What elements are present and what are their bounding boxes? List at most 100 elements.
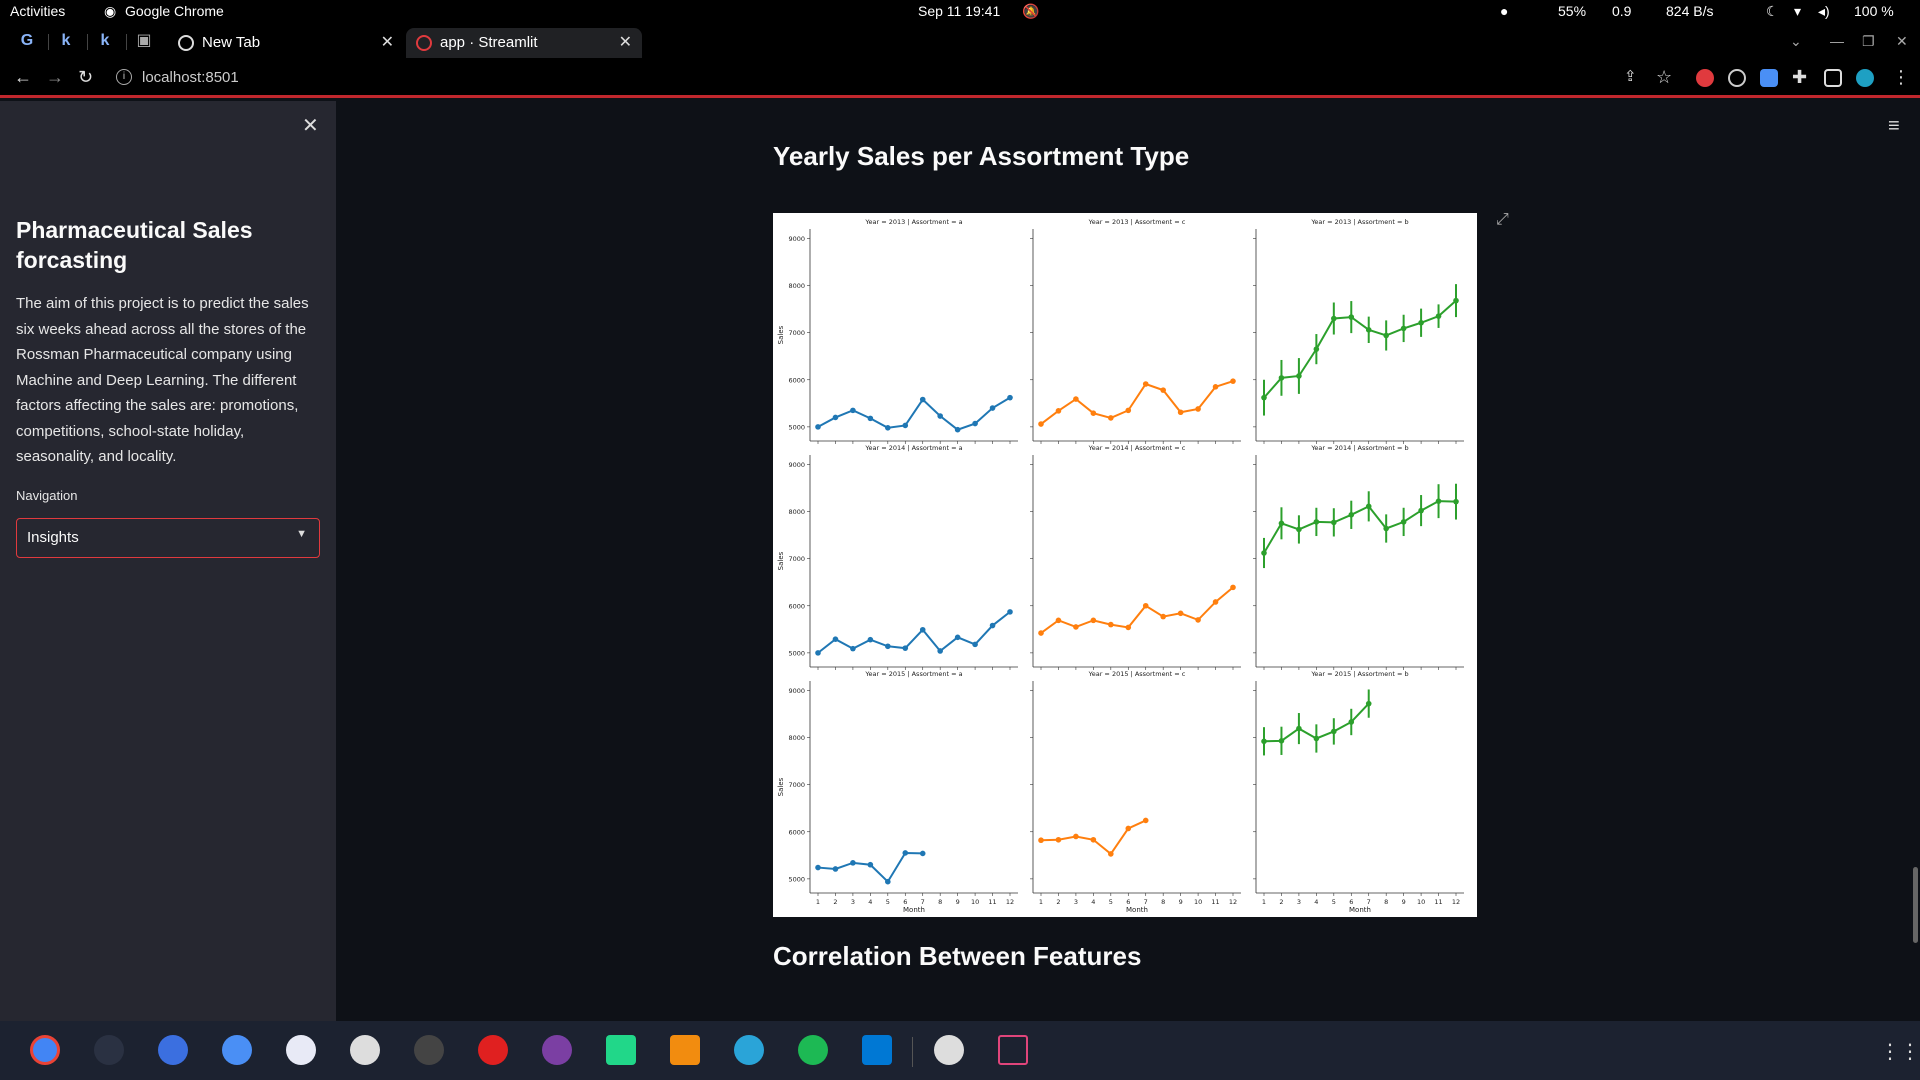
panel-title: Year = 2014 | Assortment = a xyxy=(864,444,962,452)
share-icon[interactable]: ⇪ xyxy=(1624,67,1637,85)
x-tick-label: 8 xyxy=(1384,898,1388,906)
files-dock-icon[interactable] xyxy=(94,1035,124,1065)
toggle-dock-icon[interactable] xyxy=(222,1035,252,1065)
x-tick-label: 6 xyxy=(1126,898,1130,906)
series-line xyxy=(1263,500,1457,554)
data-point xyxy=(1055,408,1062,414)
side-panel-icon[interactable] xyxy=(1824,69,1842,87)
y-tick-label: 6000 xyxy=(788,828,805,836)
terminal-dock-icon[interactable] xyxy=(414,1035,444,1065)
vlc-dock-icon[interactable] xyxy=(670,1035,700,1065)
close-tab-icon[interactable]: ✕ xyxy=(619,32,632,52)
pinned-tab-k2[interactable]: k xyxy=(94,30,116,52)
navigation-select[interactable]: Insights ▼ xyxy=(16,518,320,558)
data-point xyxy=(1090,617,1097,624)
vscode-dock-icon[interactable] xyxy=(862,1035,892,1065)
show-apps-grid-icon[interactable]: ⋮⋮ xyxy=(1880,1039,1920,1064)
activities-button[interactable]: Activities xyxy=(10,3,65,19)
forward-icon[interactable]: → xyxy=(46,67,64,88)
messaging-dock-icon[interactable] xyxy=(286,1035,316,1065)
screenshot-extension-icon[interactable] xyxy=(1760,69,1778,87)
chat-dock-icon[interactable] xyxy=(734,1035,764,1065)
x-tick-label: 4 xyxy=(868,898,872,906)
panel-title: Year = 2015 | Assortment = a xyxy=(864,670,962,678)
clock[interactable]: Sep 11 19:41 xyxy=(918,3,1000,19)
disk-dock-icon[interactable] xyxy=(350,1035,380,1065)
fullscreen-expand-icon[interactable]: ⤢ xyxy=(1496,211,1509,229)
main-content: ≡ Yearly Sales per Assortment Type Year … xyxy=(336,101,1920,1021)
data-point xyxy=(902,850,909,856)
volume-icon: ◂) xyxy=(1818,3,1830,19)
close-tab-icon[interactable]: ✕ xyxy=(381,32,394,52)
pinned-tab-page[interactable]: ▣ xyxy=(133,30,155,52)
pdf-viewer-dock-icon[interactable] xyxy=(478,1035,508,1065)
y-tick-label: 5000 xyxy=(788,423,805,431)
data-point xyxy=(1348,512,1355,518)
os-top-bar: Activities ◉ Google Chrome Sep 11 19:41 … xyxy=(0,0,1920,24)
incognito-extension-icon[interactable] xyxy=(1728,69,1746,87)
reload-icon[interactable]: ↻ xyxy=(78,67,93,88)
data-point xyxy=(1073,833,1079,840)
load-readout: 0.9 xyxy=(1612,3,1632,19)
data-point xyxy=(1177,610,1184,617)
page-scrollbar[interactable] xyxy=(1913,867,1918,943)
data-point xyxy=(1212,384,1219,390)
chrome-menu-icon[interactable]: ⋮ xyxy=(1892,67,1910,88)
data-point xyxy=(1160,387,1166,393)
wifi-icon: ▾ xyxy=(1794,3,1802,19)
data-point xyxy=(832,636,839,643)
x-tick-label: 10 xyxy=(1417,898,1425,906)
panel-title: Year = 2013 | Assortment = c xyxy=(1088,218,1186,226)
panel-title: Year = 2014 | Assortment = b xyxy=(1310,444,1408,452)
tab-search-icon[interactable]: ⌄ xyxy=(1790,33,1802,50)
data-point xyxy=(1073,624,1079,630)
data-point xyxy=(1453,297,1459,304)
url-text: localhost:8501 xyxy=(142,69,239,86)
data-point xyxy=(954,426,961,433)
panel-title: Year = 2015 | Assortment = b xyxy=(1310,670,1408,678)
trash-dock-icon[interactable] xyxy=(998,1035,1028,1065)
back-icon[interactable]: ← xyxy=(14,67,32,88)
pinned-tab-k1[interactable]: k xyxy=(55,30,77,52)
site-info-icon[interactable]: i xyxy=(116,69,132,85)
profile-avatar[interactable] xyxy=(1856,69,1874,87)
x-tick-label: 8 xyxy=(1161,898,1165,906)
data-point xyxy=(1400,519,1407,525)
data-point xyxy=(1230,584,1236,591)
tab-new-tab[interactable]: New Tab ✕ xyxy=(168,28,404,58)
data-point xyxy=(1125,407,1132,414)
github-desktop-dock-icon[interactable] xyxy=(542,1035,572,1065)
data-point xyxy=(919,396,926,403)
browser-dock-icon[interactable] xyxy=(158,1035,188,1065)
spotify-dock-icon[interactable] xyxy=(798,1035,828,1065)
dock-separator xyxy=(912,1037,913,1067)
data-point xyxy=(1212,599,1219,605)
data-point xyxy=(937,648,943,654)
data-point xyxy=(1230,378,1236,384)
chrome-dock-icon[interactable] xyxy=(30,1035,60,1065)
minimize-icon[interactable]: — xyxy=(1830,33,1844,49)
pinned-tab-google[interactable]: G xyxy=(16,30,38,52)
panel-title: Year = 2014 | Assortment = c xyxy=(1088,444,1186,452)
close-window-icon[interactable]: ✕ xyxy=(1896,33,1908,50)
drive-dock-icon[interactable] xyxy=(934,1035,964,1065)
data-point xyxy=(867,415,874,422)
address-bar[interactable]: i localhost:8501 xyxy=(110,64,1670,92)
sidebar-close-icon[interactable]: ✕ xyxy=(302,113,319,138)
series-line xyxy=(1263,299,1457,399)
tab-divider xyxy=(48,34,49,50)
extensions-puzzle-icon[interactable]: ✚ xyxy=(1792,67,1807,88)
tray-indicator-icon[interactable]: ● xyxy=(1500,3,1508,19)
hamburger-menu-icon[interactable]: ≡ xyxy=(1888,115,1900,138)
data-point xyxy=(1348,719,1355,725)
bookmark-star-icon[interactable]: ☆ xyxy=(1656,67,1672,88)
y-tick-label: 7000 xyxy=(788,555,805,563)
adblock-extension-icon[interactable] xyxy=(1696,69,1714,87)
data-point xyxy=(1261,738,1267,745)
restore-icon[interactable]: ❐ xyxy=(1862,33,1875,50)
y-tick-label: 8000 xyxy=(788,282,805,290)
tab-streamlit[interactable]: app · Streamlit ✕ xyxy=(406,28,642,58)
pycharm-dock-icon[interactable] xyxy=(606,1035,636,1065)
x-tick-label: 7 xyxy=(1144,898,1148,906)
active-app-name[interactable]: Google Chrome xyxy=(125,3,224,19)
